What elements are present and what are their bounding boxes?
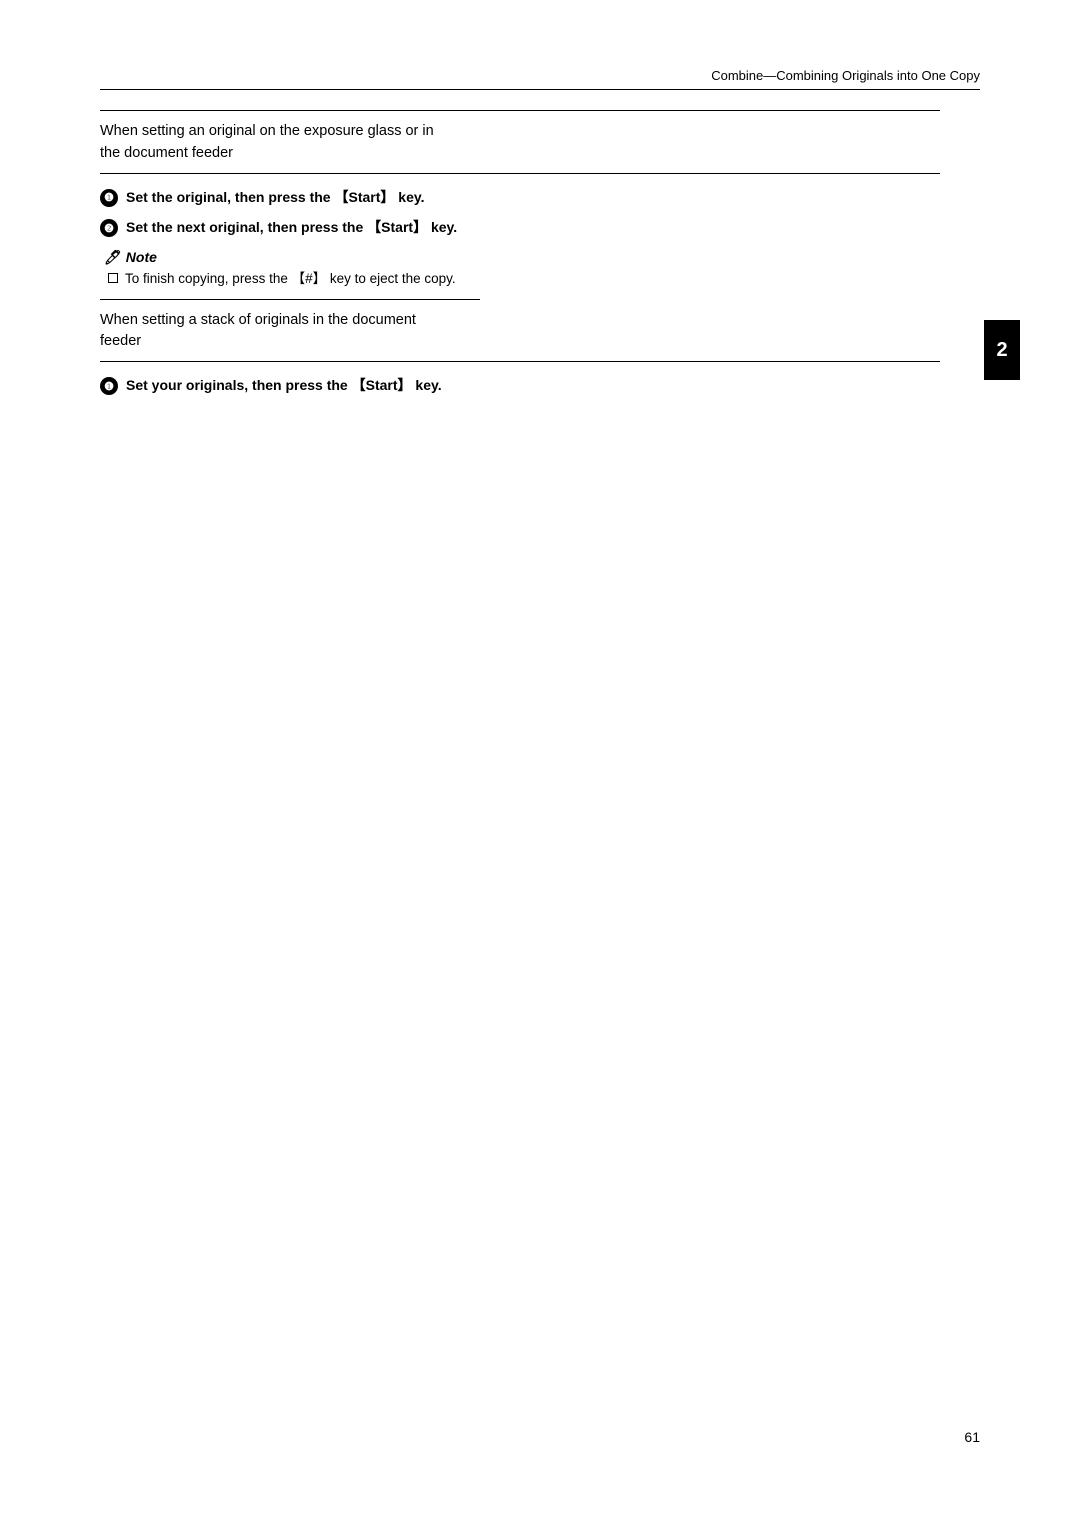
step2-row: ❷ Set the next original, then press the … — [100, 218, 480, 239]
step3-row: ❶ Set your originals, then press the 【St… — [100, 376, 480, 397]
step3-number: ❶ — [104, 380, 114, 393]
top-divider — [100, 110, 940, 111]
step2-text: Set the next original, then press the 【S… — [126, 218, 457, 239]
note-checkbox-icon — [108, 273, 118, 283]
note-section: Note To finish copying, press the 【#】 ke… — [100, 249, 480, 289]
step1-number: ❶ — [104, 191, 114, 204]
step1-circle: ❶ — [100, 189, 118, 207]
chapter-tab: 2 — [984, 320, 1020, 380]
step1-text: Set the original, then press the 【Start】… — [126, 188, 425, 209]
note-title: Note — [104, 249, 480, 266]
section1-label: When setting an original on the exposure… — [100, 121, 440, 165]
step1-row: ❶ Set the original, then press the 【Star… — [100, 188, 480, 209]
step2-number: ❷ — [104, 222, 114, 235]
step2-circle: ❷ — [100, 219, 118, 237]
step3-text: Set your originals, then press the 【Star… — [126, 376, 442, 397]
note-item: To finish copying, press the 【#】 key to … — [104, 270, 480, 289]
page-number: 61 — [964, 1429, 980, 1445]
section2-divider — [100, 361, 940, 362]
section2-label: When setting a stack of originals in the… — [100, 310, 440, 354]
main-content: When setting an original on the exposure… — [100, 110, 940, 407]
page-header: Combine—Combining Originals into One Cop… — [100, 68, 980, 90]
step3-circle: ❶ — [100, 377, 118, 395]
note-text: To finish copying, press the 【#】 key to … — [125, 270, 456, 289]
mid-divider — [100, 299, 480, 300]
chapter-number: 2 — [996, 339, 1007, 362]
section1-divider — [100, 173, 940, 174]
header-title: Combine—Combining Originals into One Cop… — [711, 68, 980, 83]
